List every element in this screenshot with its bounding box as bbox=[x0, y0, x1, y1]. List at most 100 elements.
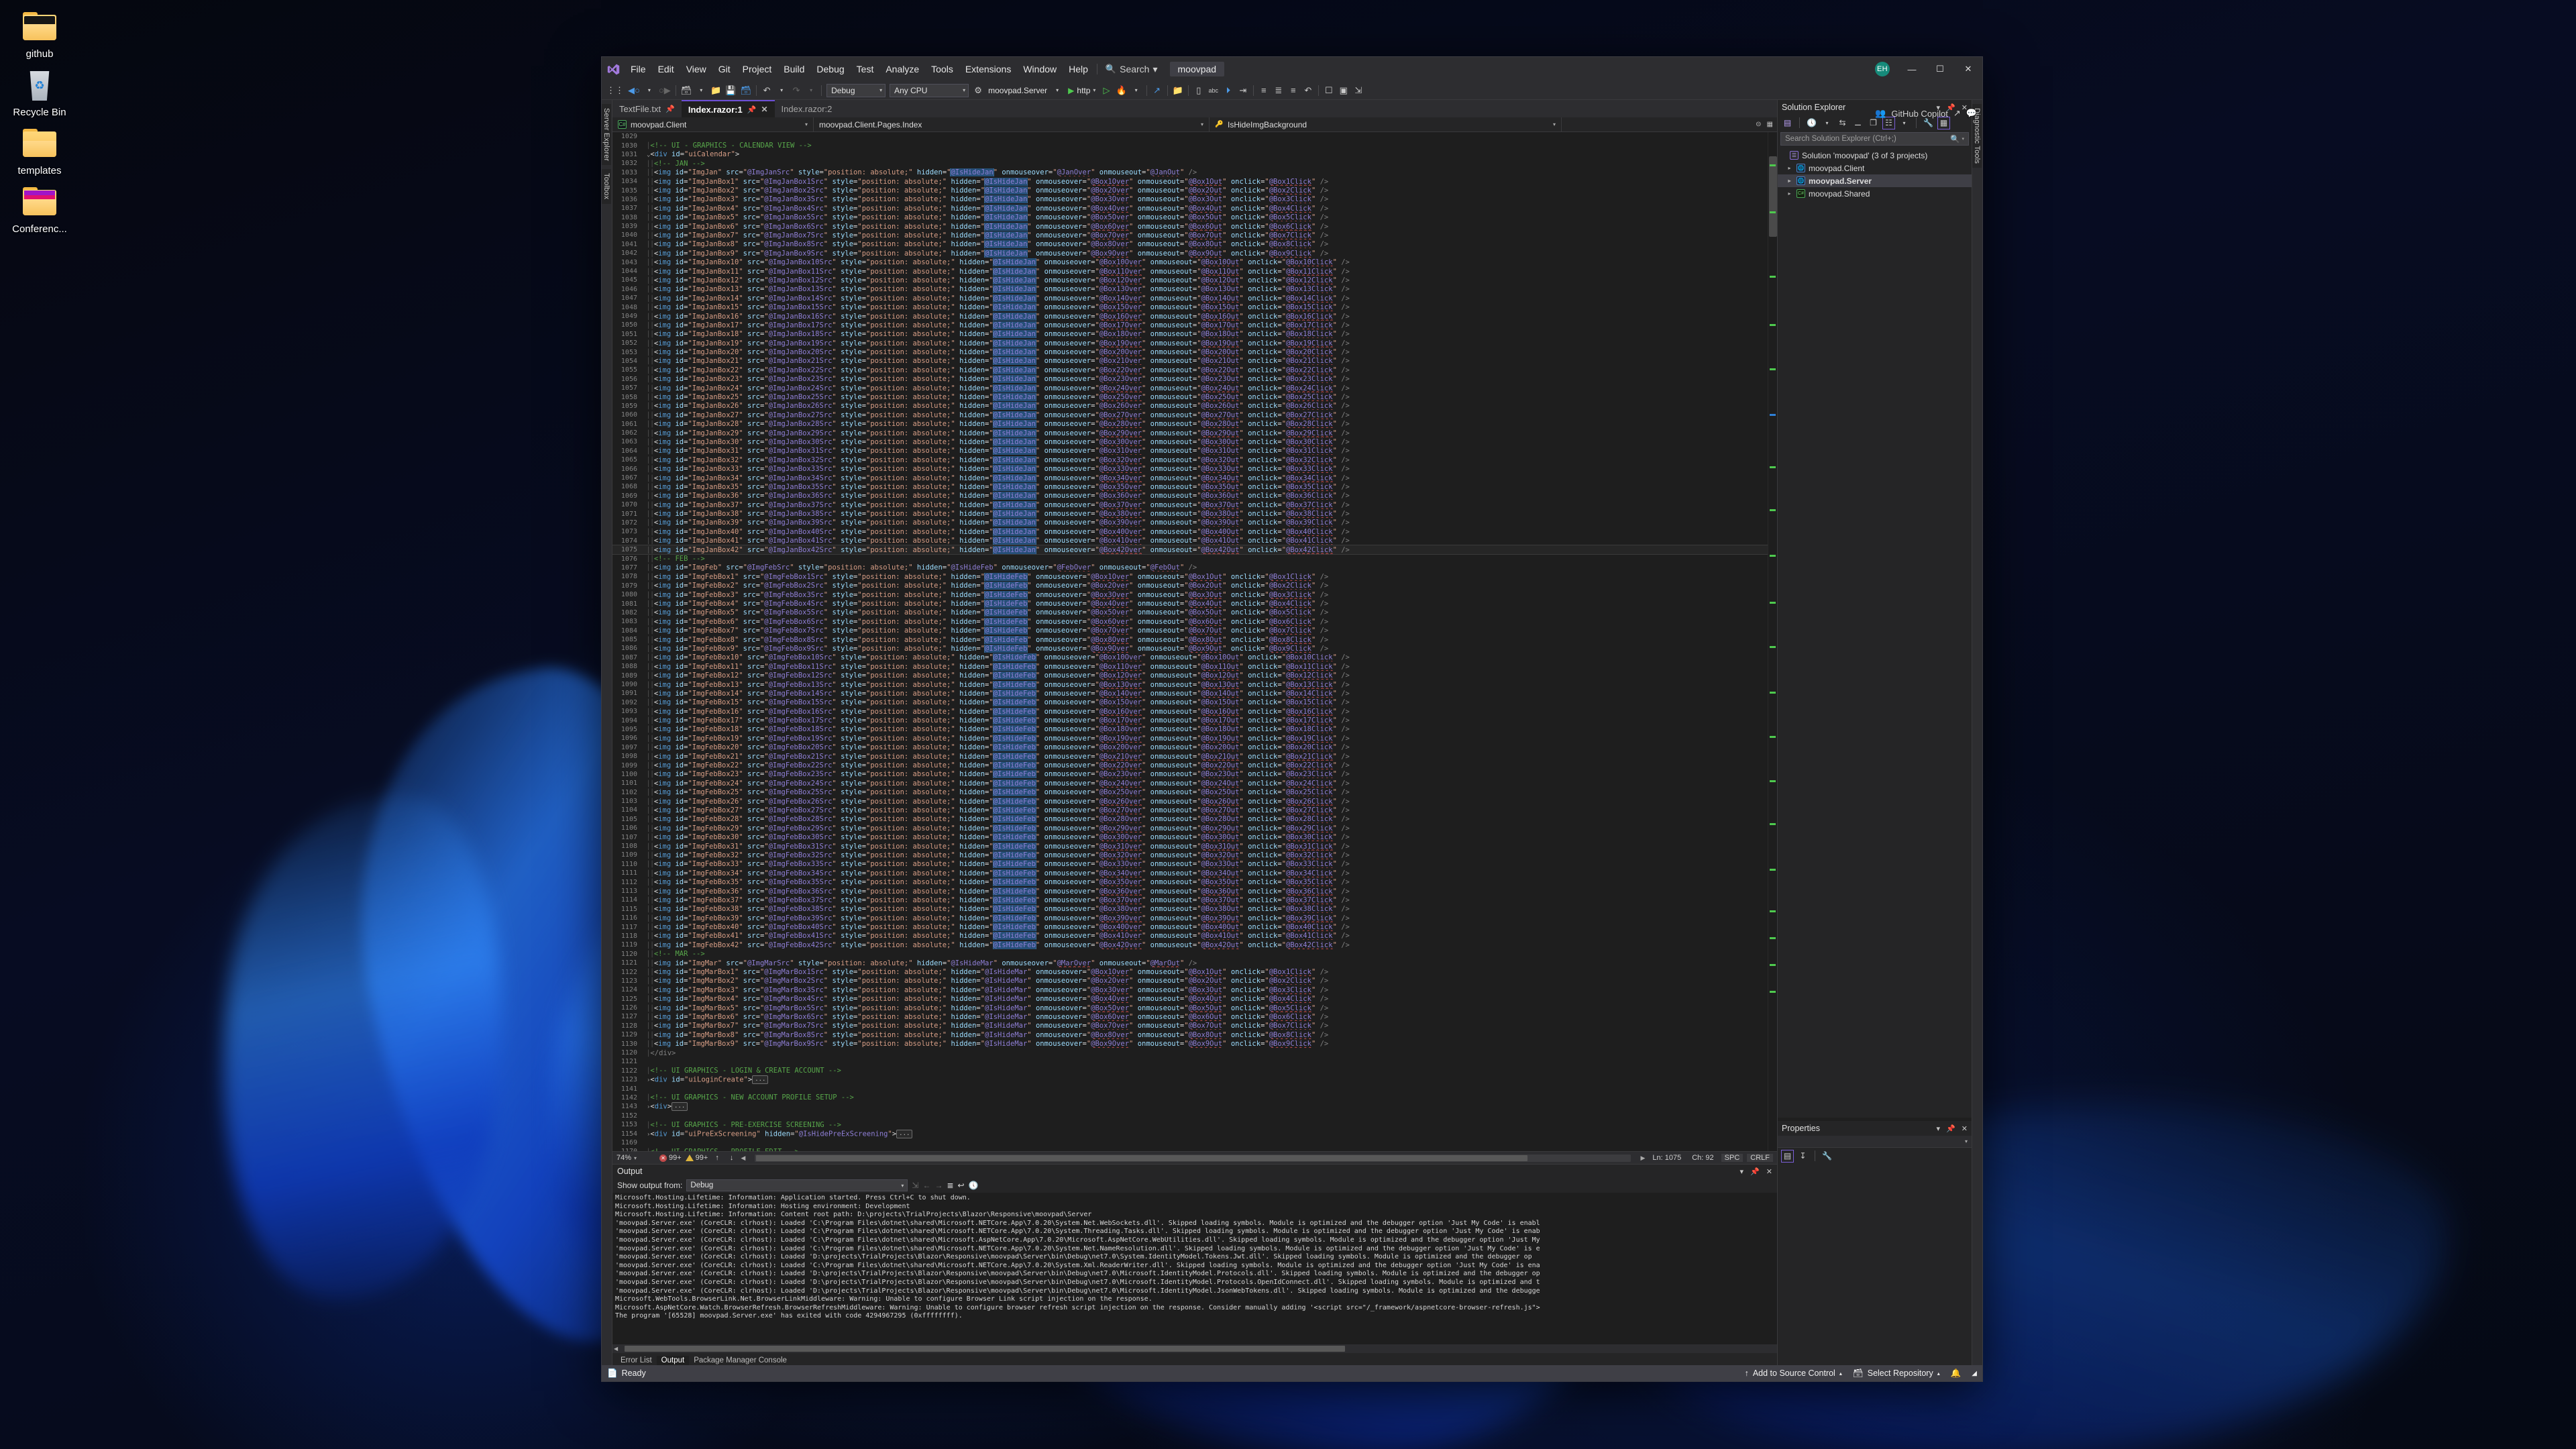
code-line[interactable]: 1046 ││<img id="ImgJanBox13" src="@ImgJan… bbox=[612, 285, 1768, 294]
code-line[interactable]: 1061 ││<img id="ImgJanBox28" src="@ImgJan… bbox=[612, 420, 1768, 429]
code-line[interactable]: 1153 │<!-- UI GRAPHICS - PRE-EXERCISE SCR… bbox=[612, 1120, 1768, 1129]
code-line[interactable]: 1103 ││<img id="ImgFebBox26" src="@ImgFeb… bbox=[612, 797, 1768, 806]
code-line[interactable]: 1096 ││<img id="ImgFebBox19" src="@ImgFeb… bbox=[612, 734, 1768, 743]
avatar[interactable]: EH bbox=[1875, 62, 1890, 76]
navigate-forward-button[interactable]: ○▶ bbox=[657, 83, 673, 98]
code-line[interactable]: 1152 bbox=[612, 1112, 1768, 1120]
solution-platform-select[interactable]: Any CPU ▾ bbox=[890, 83, 969, 97]
code-line[interactable]: 1123 ││<img id="ImgMarBox2" src="@ImgMarB… bbox=[612, 977, 1768, 985]
code-line[interactable]: 1052 ││<img id="ImgJanBox19" src="@ImgJan… bbox=[612, 339, 1768, 347]
menu-item-view[interactable]: View bbox=[680, 60, 712, 78]
error-count-indicator[interactable]: ✕ 99+ bbox=[659, 1154, 682, 1162]
start-without-debugging-button[interactable]: ▷ bbox=[1099, 83, 1114, 98]
desktop-icon-github[interactable]: github bbox=[0, 5, 79, 64]
pending-changes-filter-icon[interactable]: 🕔 bbox=[1805, 117, 1818, 129]
menu-item-debug[interactable]: Debug bbox=[810, 60, 850, 78]
chevron-down-icon[interactable]: ▾ bbox=[1937, 1124, 1941, 1133]
close-icon[interactable]: ✕ bbox=[1766, 1167, 1772, 1176]
toggle-timestamps-icon[interactable]: 🕔 bbox=[969, 1181, 979, 1190]
code-line[interactable]: 1040 ││<img id="ImgJanBox7" src="@ImgJanB… bbox=[612, 231, 1768, 239]
menu-item-extensions[interactable]: Extensions bbox=[959, 60, 1017, 78]
pin-icon[interactable]: 📌 bbox=[1946, 1124, 1955, 1133]
code-line[interactable]: 1122 ││<img id="ImgMarBox1" src="@ImgMarB… bbox=[612, 967, 1768, 976]
code-line[interactable]: 1045 ││<img id="ImgJanBox12" src="@ImgJan… bbox=[612, 276, 1768, 284]
code-line[interactable]: 1056 ││<img id="ImgJanBox23" src="@ImgJan… bbox=[612, 375, 1768, 384]
previous-message-icon[interactable]: ← bbox=[922, 1181, 930, 1190]
code-line[interactable]: 1121 bbox=[612, 1057, 1768, 1066]
share-icon[interactable]: ↗ bbox=[1953, 108, 1961, 119]
code-line[interactable]: 1099 ││<img id="ImgFebBox22" src="@ImgFeb… bbox=[612, 761, 1768, 770]
start-debug-button[interactable]: ▶ http ▾ bbox=[1065, 86, 1099, 95]
code-line[interactable]: 1063 ││<img id="ImgJanBox30" src="@ImgJan… bbox=[612, 437, 1768, 446]
minimize-button[interactable]: — bbox=[1898, 57, 1926, 81]
resize-grip-icon[interactable]: ◢ bbox=[1972, 1370, 1977, 1377]
project-node-moovpad-shared[interactable]: ▸ C# moovpad.Shared bbox=[1778, 187, 1972, 200]
bookmark-icon[interactable]: ↶ bbox=[1301, 83, 1316, 98]
close-icon[interactable]: ✕ bbox=[1962, 1124, 1968, 1133]
code-line[interactable]: 1119 ││<img id="ImgFebBox42" src="@ImgFeb… bbox=[612, 941, 1768, 949]
scroll-right-arrow[interactable]: ▶ bbox=[1640, 1155, 1645, 1162]
code-line[interactable]: 1054 ││<img id="ImgJanBox21" src="@ImgJan… bbox=[612, 357, 1768, 366]
code-line[interactable]: 1085 ││<img id="ImgFebBox8" src="@ImgFebB… bbox=[612, 635, 1768, 644]
code-line[interactable]: 1091 ││<img id="ImgFebBox14" src="@ImgFeb… bbox=[612, 689, 1768, 698]
uncomment-icon[interactable]: ≣ bbox=[1271, 83, 1286, 98]
chevron-down-icon[interactable]: ▾ bbox=[1740, 1167, 1744, 1176]
properties-window-icon[interactable]: ▯ bbox=[1191, 83, 1206, 98]
comment-icon[interactable]: ≡ bbox=[1256, 83, 1271, 98]
code-line[interactable]: 1082 ││<img id="ImgFebBox5" src="@ImgFebB… bbox=[612, 608, 1768, 617]
code-line[interactable]: 1070 ││<img id="ImgJanBox37" src="@ImgJan… bbox=[612, 500, 1768, 509]
new-project-button[interactable]: 🗃 bbox=[679, 83, 694, 98]
code-line[interactable]: 1129 ││<img id="ImgMarBox8" src="@ImgMarB… bbox=[612, 1030, 1768, 1039]
code-editor-area[interactable]: 1029 1030 │<!-- UI - GRAPHICS - CALENDAR V… bbox=[612, 132, 1777, 1151]
document-tab-index-razor-2[interactable]: Index.razor:2 bbox=[774, 100, 839, 117]
bottom-tab-package-manager-console[interactable]: Package Manager Console bbox=[689, 1356, 792, 1365]
code-line[interactable]: 1143 ›<div>... bbox=[612, 1102, 1768, 1112]
code-line[interactable]: 1126 ││<img id="ImgMarBox5" src="@ImgMarB… bbox=[612, 1004, 1768, 1012]
clear-output-icon[interactable]: ≣ bbox=[947, 1181, 953, 1190]
code-line[interactable]: 1069 ││<img id="ImgJanBox36" src="@ImgJan… bbox=[612, 492, 1768, 500]
chevron-right-icon[interactable]: ▸ bbox=[1786, 178, 1793, 184]
desktop-icon-conference[interactable]: Conferenc... bbox=[0, 180, 79, 239]
code-editor[interactable]: 1029 1030 │<!-- UI - GRAPHICS - CALENDAR V… bbox=[612, 132, 1768, 1151]
rail-tab-server-explorer[interactable]: Server Explorer bbox=[602, 104, 611, 166]
code-line[interactable]: 1121 ││<img id="ImgMar" src="@ImgMarSrc" … bbox=[612, 959, 1768, 967]
maximize-button[interactable]: ☐ bbox=[1926, 57, 1954, 81]
scroll-left-arrow[interactable]: ◀ bbox=[614, 1346, 618, 1352]
collapsed-region-badge[interactable]: ... bbox=[672, 1102, 688, 1112]
solution-configuration-select[interactable]: Debug ▾ bbox=[826, 83, 886, 97]
code-line[interactable]: 1090 ││<img id="ImgFebBox13" src="@ImgFeb… bbox=[612, 680, 1768, 689]
code-line[interactable]: 1111 ││<img id="ImgFebBox34" src="@ImgFeb… bbox=[612, 869, 1768, 877]
code-line[interactable]: 1108 ││<img id="ImgFebBox31" src="@ImgFeb… bbox=[612, 842, 1768, 851]
code-line[interactable]: 1053 ││<img id="ImgJanBox20" src="@ImgJan… bbox=[612, 347, 1768, 357]
warning-count-indicator[interactable]: 99+ bbox=[685, 1154, 708, 1162]
output-horizontal-scrollbar[interactable]: ◀ bbox=[612, 1344, 1777, 1353]
code-line[interactable]: 1049 ││<img id="ImgJanBox16" src="@ImgJan… bbox=[612, 312, 1768, 321]
code-line[interactable]: 1113 ││<img id="ImgFebBox36" src="@ImgFeb… bbox=[612, 887, 1768, 896]
code-line[interactable]: 1116 ││<img id="ImgFebBox39" src="@ImgFeb… bbox=[612, 914, 1768, 922]
code-line[interactable]: 1100 ││<img id="ImgFebBox23" src="@ImgFeb… bbox=[612, 770, 1768, 779]
code-line[interactable]: 1065 ││<img id="ImgJanBox32" src="@ImgJan… bbox=[612, 455, 1768, 464]
code-line[interactable]: 1057 ││<img id="ImgJanBox24" src="@ImgJan… bbox=[612, 384, 1768, 392]
code-line[interactable]: 1048 ││<img id="ImgJanBox15" src="@ImgJan… bbox=[612, 303, 1768, 312]
menu-item-test[interactable]: Test bbox=[851, 60, 880, 78]
solution-explorer-search-input[interactable]: Search Solution Explorer (Ctrl+;) 🔍 ▾ bbox=[1780, 132, 1969, 146]
code-line[interactable]: 1154 ›<div id="uiPreExScreening" hidden="… bbox=[612, 1129, 1768, 1138]
code-line[interactable]: 1081 ││<img id="ImgFebBox4" src="@ImgFebB… bbox=[612, 599, 1768, 608]
output-log-text[interactable]: Microsoft.Hosting.Lifetime: Information:… bbox=[612, 1193, 1777, 1344]
desktop-icon-templates[interactable]: templates bbox=[0, 122, 79, 180]
pointer-icon[interactable]: ⏵ bbox=[1221, 83, 1236, 98]
code-line[interactable]: 1098 ││<img id="ImgFebBox21" src="@ImgFeb… bbox=[612, 752, 1768, 761]
pin-icon[interactable]: 📌 bbox=[747, 105, 757, 114]
window-layout-icon-3[interactable]: ⇲ bbox=[1351, 83, 1366, 98]
navigate-back-dropdown[interactable]: ▾ bbox=[642, 83, 657, 98]
menu-item-analyze[interactable]: Analyze bbox=[879, 60, 925, 78]
code-line[interactable]: 1120 ││<!-- MAR --> bbox=[612, 950, 1768, 959]
code-line[interactable]: 1032 ││<!-- JAN --> bbox=[612, 159, 1768, 168]
code-line[interactable]: 1123 ›<div id="uiLoginCreate">... bbox=[612, 1075, 1768, 1085]
next-message-icon[interactable]: → bbox=[934, 1181, 943, 1190]
navbar-project-select[interactable]: C# moovpad.Client ▾ bbox=[612, 117, 814, 132]
close-icon[interactable]: ✕ bbox=[761, 105, 767, 114]
properties-object-select[interactable]: ▾ bbox=[1778, 1136, 1972, 1148]
code-line[interactable]: 1107 ││<img id="ImgFebBox30" src="@ImgFeb… bbox=[612, 833, 1768, 842]
chevron-down-icon[interactable]: ▾ bbox=[1821, 117, 1833, 129]
